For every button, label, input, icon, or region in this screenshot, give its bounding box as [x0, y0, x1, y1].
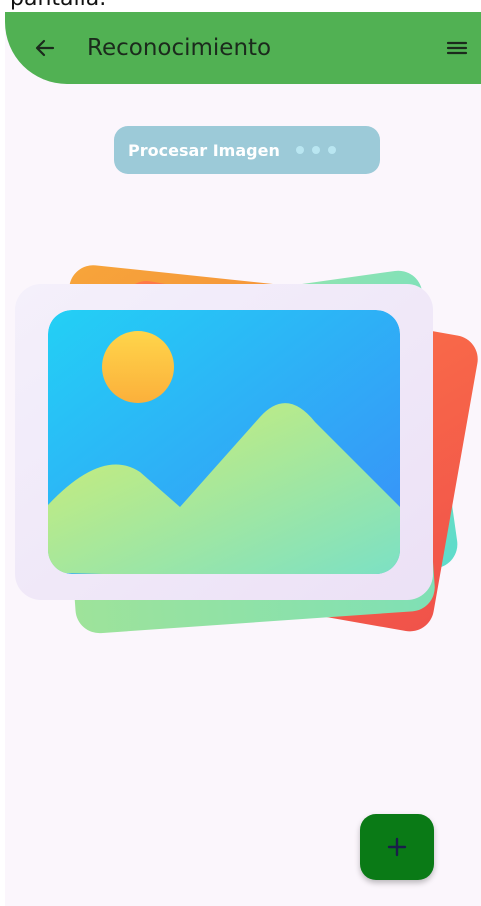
- top-caption: pantalla.: [0, 0, 481, 12]
- process-image-button[interactable]: Procesar Imagen: [114, 126, 380, 174]
- menu-button[interactable]: [439, 30, 475, 66]
- app-bar: Reconocimiento: [5, 12, 481, 84]
- page-title: Reconocimiento: [87, 35, 272, 61]
- plus-icon: [387, 837, 407, 857]
- app-screen: Reconocimiento Procesar Imagen: [5, 12, 481, 906]
- loading-dots-icon: [295, 146, 336, 154]
- arrow-left-icon: [35, 39, 55, 57]
- image-placeholder-icon: [15, 265, 478, 634]
- back-button[interactable]: [27, 30, 63, 66]
- hamburger-menu-icon: [446, 41, 468, 55]
- add-fab-button[interactable]: [360, 814, 434, 880]
- process-image-label: Procesar Imagen: [128, 140, 280, 160]
